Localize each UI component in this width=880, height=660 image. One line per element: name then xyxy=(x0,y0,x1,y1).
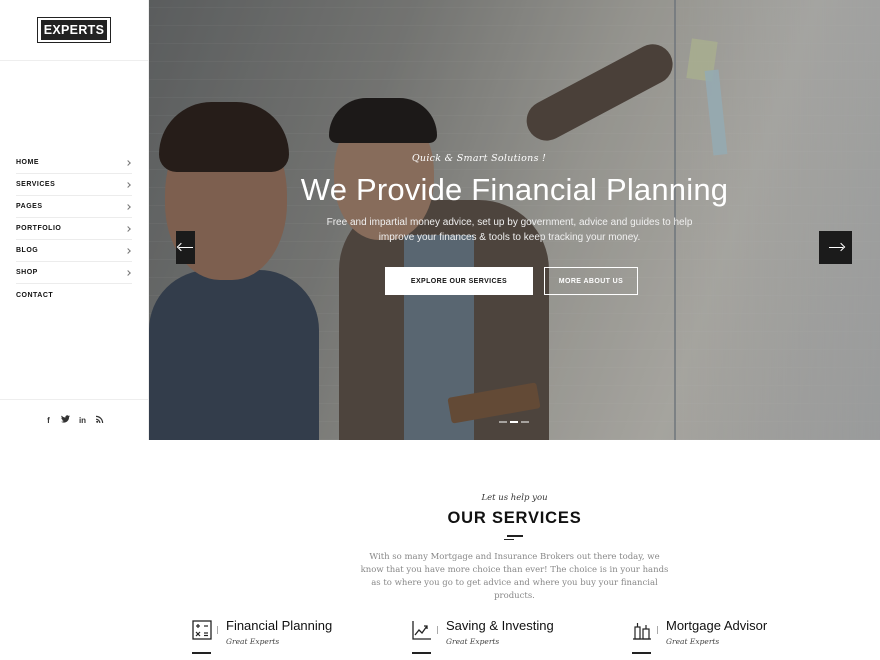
service-name: Financial Planning xyxy=(226,618,333,633)
service-meta: Great Experts xyxy=(446,637,500,646)
services-section: Let us help you OUR SERVICES With so man… xyxy=(149,440,880,660)
service-underline xyxy=(192,652,211,654)
twitter-icon[interactable] xyxy=(61,415,70,425)
building-icon xyxy=(633,623,651,640)
nav-item-label: BLOG xyxy=(16,247,39,254)
nav-item-label: CONTACT xyxy=(16,291,54,299)
more-about-us-button[interactable]: MORE ABOUT US xyxy=(544,267,638,295)
service-separator xyxy=(657,626,658,634)
hero-slider: Quick & Smart Solutions ! We Provide Fin… xyxy=(149,0,880,440)
service-separator xyxy=(437,626,438,634)
nav-item-services[interactable]: SERVICES xyxy=(16,174,132,196)
chevron-right-icon xyxy=(125,225,131,232)
section-kicker: Let us help you xyxy=(481,493,548,503)
service-name: Saving & Investing xyxy=(446,618,554,633)
chevron-right-icon xyxy=(125,181,131,188)
chevron-right-icon xyxy=(125,203,131,210)
slider-pagination xyxy=(499,421,529,423)
nav-item-portfolio[interactable]: PORTFOLIO xyxy=(16,218,132,240)
sidebar: EXPERTS HOME SERVICES PAGES PORTFOLIO BL… xyxy=(0,0,149,440)
logo[interactable]: EXPERTS xyxy=(37,17,111,43)
slide-dot-active[interactable] xyxy=(510,421,518,423)
hero-subtitle: Free and impartial money advice, set up … xyxy=(326,217,693,243)
nav-item-shop[interactable]: SHOP xyxy=(16,262,132,284)
nav-item-label: HOME xyxy=(16,159,39,166)
nav-item-label: PORTFOLIO xyxy=(16,225,62,232)
next-slide-button[interactable] xyxy=(819,231,852,264)
arrow-right-icon xyxy=(828,246,843,249)
nav-item-blog[interactable]: BLOG xyxy=(16,240,132,262)
service-name: Mortgage Advisor xyxy=(666,618,768,633)
slide-dot[interactable] xyxy=(521,421,529,423)
service-item-saving-investing[interactable]: Saving & Investing Great Experts xyxy=(412,618,612,658)
chart-icon xyxy=(412,621,431,640)
service-separator xyxy=(217,626,218,634)
service-underline xyxy=(412,652,431,654)
hero-headline: We Provide Financial Planning xyxy=(300,172,729,207)
chevron-right-icon xyxy=(125,247,131,254)
title-divider xyxy=(507,535,523,537)
service-item-financial-planning[interactable]: Financial Planning Great Experts xyxy=(192,618,392,658)
slide-dot[interactable] xyxy=(499,421,507,423)
service-item-mortgage-advisor[interactable]: Mortgage Advisor Great Experts xyxy=(632,618,832,658)
service-meta: Great Experts xyxy=(226,637,280,646)
logo-text: EXPERTS xyxy=(41,20,107,40)
service-meta: Great Experts xyxy=(666,637,720,646)
chevron-right-icon xyxy=(125,159,131,166)
arrow-left-icon xyxy=(178,246,193,249)
service-underline xyxy=(632,652,651,654)
social-links: f in xyxy=(0,399,148,440)
linkedin-icon[interactable]: in xyxy=(78,416,87,425)
hero-content: Quick & Smart Solutions ! We Provide Fin… xyxy=(149,0,880,440)
calculator-icon xyxy=(192,620,212,640)
prev-slide-button[interactable] xyxy=(176,231,195,264)
nav-item-label: PAGES xyxy=(16,203,43,210)
hero-tagline: Quick & Smart Solutions ! xyxy=(411,153,547,164)
nav-item-home[interactable]: HOME xyxy=(16,152,132,174)
main-nav: HOME SERVICES PAGES PORTFOLIO BLOG SHOP … xyxy=(16,152,132,306)
nav-item-label: SERVICES xyxy=(16,181,56,188)
nav-item-label: SHOP xyxy=(16,269,38,276)
chevron-right-icon xyxy=(125,269,131,276)
explore-services-button[interactable]: EXPLORE OUR SERVICES xyxy=(385,267,533,295)
nav-item-pages[interactable]: PAGES xyxy=(16,196,132,218)
rss-icon[interactable] xyxy=(95,415,104,425)
section-intro: With so many Mortgage and Insurance Brok… xyxy=(360,552,669,601)
title-divider xyxy=(504,539,514,540)
section-title: OUR SERVICES xyxy=(447,509,582,527)
nav-item-contact[interactable]: CONTACT xyxy=(16,284,132,306)
facebook-icon[interactable]: f xyxy=(44,416,53,425)
logo-bar: EXPERTS xyxy=(0,0,148,61)
